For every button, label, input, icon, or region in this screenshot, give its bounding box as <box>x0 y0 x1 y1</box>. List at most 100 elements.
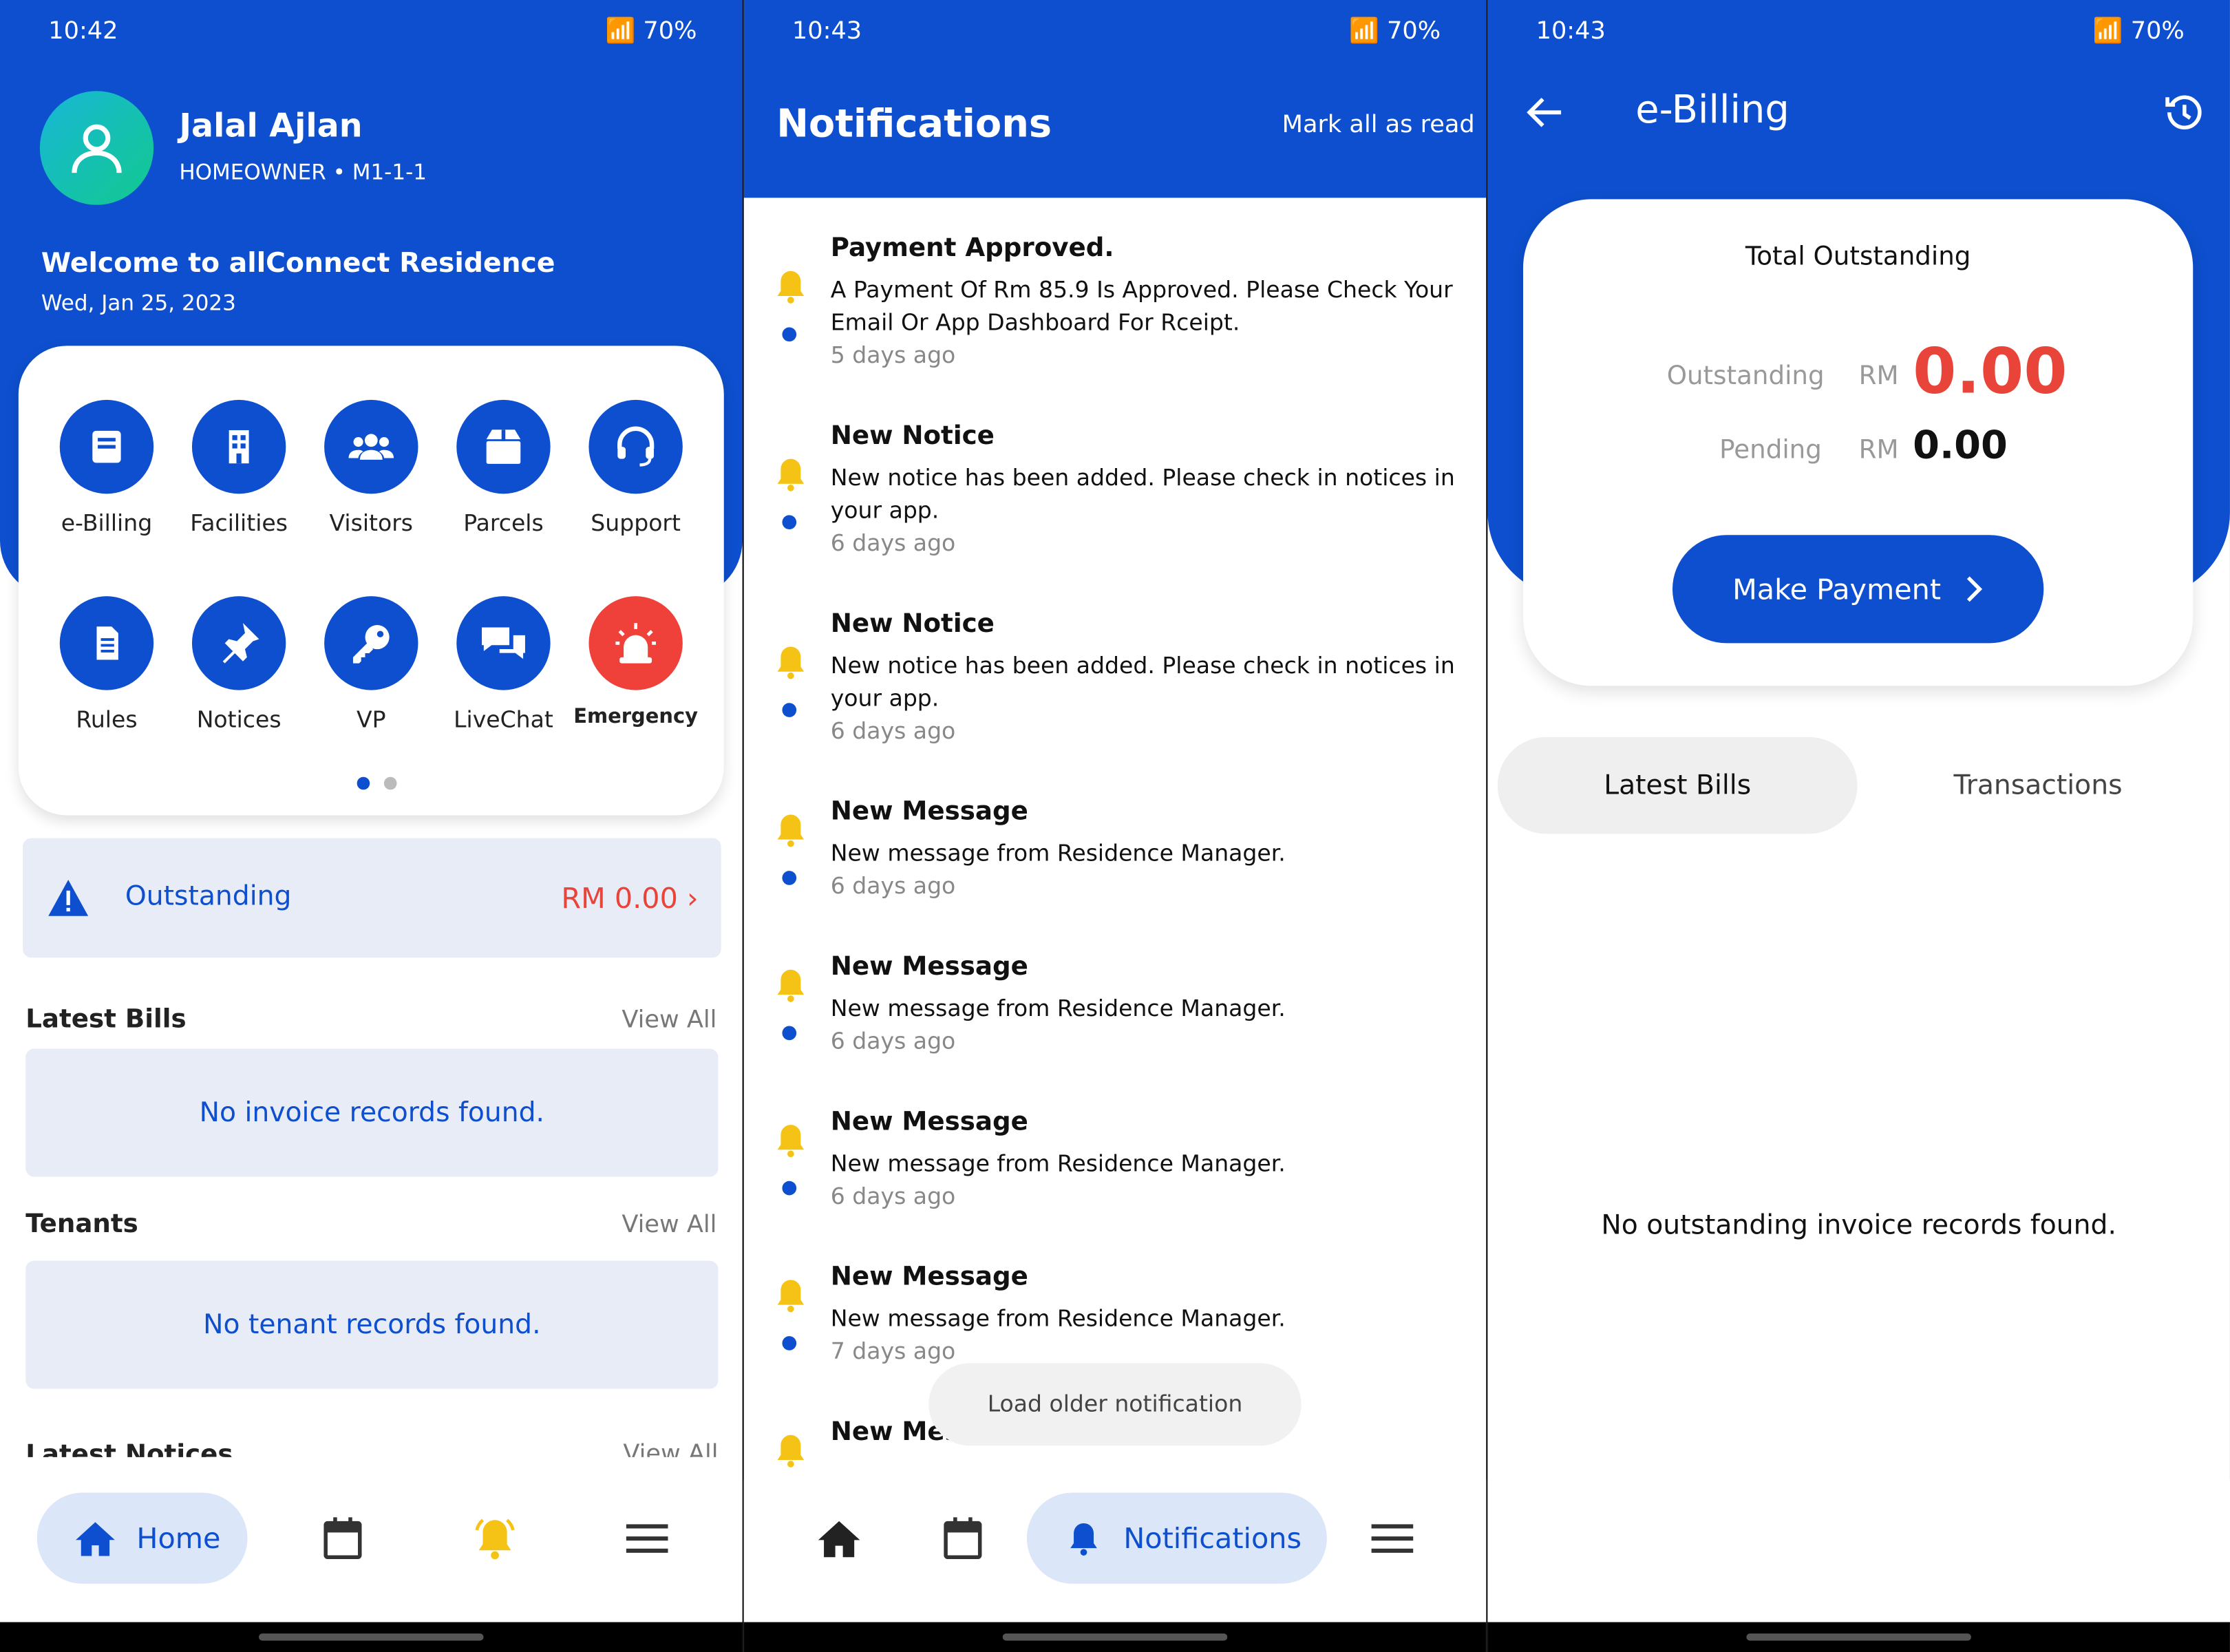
system-home-bar <box>743 1622 1487 1652</box>
welcome-text: Welcome to allConnect Residence <box>41 247 555 279</box>
notification-time: 6 days ago <box>830 872 956 900</box>
menu-vp[interactable]: VP <box>306 596 436 733</box>
card-title: Total Outstanding <box>1745 242 1971 272</box>
menu-ebilling[interactable]: e-Billing <box>41 399 172 536</box>
bottom-nav: Notifications <box>743 1479 1487 1622</box>
history-button[interactable] <box>2162 89 2207 140</box>
system-home-bar <box>0 1622 743 1652</box>
unread-dot <box>782 1336 797 1351</box>
outstanding-label: Outstanding <box>125 880 292 913</box>
nav-notifications[interactable] <box>471 1514 519 1569</box>
wifi-icon: 📶 <box>1349 17 1388 46</box>
home-screen: 10:42 📶 70% Jalal Ajlan HOMEOWNER • M1-1… <box>0 0 743 1652</box>
menu-livechat[interactable]: LiveChat <box>438 596 569 733</box>
latest-notices-view-all[interactable]: View All <box>623 1443 718 1457</box>
document-icon <box>96 626 118 660</box>
home-icon <box>818 1521 860 1558</box>
notification-title: Payment Approved. <box>830 233 1114 264</box>
quick-menu-card: e-Billing Facilities Visitors Parcels Su… <box>18 346 724 816</box>
status-bar: 10:43 📶 70% <box>1487 0 2230 65</box>
history-icon <box>2165 95 2202 130</box>
page-title: Notifications <box>776 102 1052 147</box>
nav-calendar[interactable] <box>320 1514 365 1569</box>
nav-calendar[interactable] <box>940 1514 986 1569</box>
back-button[interactable] <box>1525 94 1564 136</box>
menu-support[interactable]: Support <box>571 399 701 536</box>
headset-icon <box>617 426 655 467</box>
empty-message: No outstanding invoice records found. <box>1601 1209 2116 1241</box>
notification-title: New Message <box>830 1107 1028 1137</box>
home-icon <box>76 1522 115 1556</box>
pending-amount: 0.00 <box>1913 424 2008 469</box>
chevron-right-icon <box>1966 576 1982 602</box>
notification-body: New message from Residence Manager. <box>830 994 1286 1022</box>
menu-emergency[interactable]: Emergency <box>571 596 701 728</box>
building-icon <box>229 430 249 464</box>
nav-home[interactable] <box>816 1517 862 1565</box>
chat-icon <box>481 627 525 659</box>
bell-ringing-icon <box>475 1518 515 1560</box>
book-icon <box>92 430 121 463</box>
tab-transactions[interactable]: Transactions <box>1895 737 2180 834</box>
status-battery: 📶 70% <box>1349 17 1441 46</box>
warning-icon <box>45 878 91 923</box>
siren-icon <box>615 623 656 664</box>
status-time: 10:43 <box>792 17 862 46</box>
latest-bills-title: Latest Bills <box>25 1004 187 1035</box>
bell-icon <box>771 1119 811 1167</box>
nav-home[interactable]: Home <box>36 1492 248 1584</box>
system-home-bar <box>1487 1622 2230 1652</box>
menu-notices[interactable]: Notices <box>173 596 304 733</box>
notification-time: 6 days ago <box>830 717 956 745</box>
bills-empty-message: No invoice records found. <box>25 1048 719 1177</box>
make-payment-button[interactable]: Make Payment <box>1672 535 2044 644</box>
bell-icon <box>771 808 811 856</box>
calendar-icon <box>323 1517 362 1559</box>
current-date: Wed, Jan 25, 2023 <box>41 290 236 316</box>
outstanding-value: RM 0.00 › <box>561 880 699 915</box>
mark-all-read-button[interactable]: Mark all as read <box>1282 111 1475 139</box>
menu-parcels[interactable]: Parcels <box>438 399 569 536</box>
wifi-icon: 📶 <box>2092 17 2131 46</box>
load-older-button[interactable]: Load older notification <box>928 1363 1302 1446</box>
avatar[interactable] <box>39 91 154 205</box>
latest-bills-view-all[interactable]: View All <box>622 1006 716 1035</box>
bell-icon <box>771 640 811 688</box>
status-battery: 📶 70% <box>605 17 697 46</box>
nav-notifications[interactable]: Notifications <box>1026 1492 1327 1584</box>
user-role: HOMEOWNER • M1-1-1 <box>179 159 427 185</box>
notification-time: 6 days ago <box>830 529 956 557</box>
tenants-view-all[interactable]: View All <box>622 1211 716 1239</box>
menu-visitors[interactable]: Visitors <box>306 399 436 536</box>
unread-dot <box>782 1026 797 1041</box>
status-time: 10:42 <box>48 17 118 46</box>
notification-time: 6 days ago <box>830 1182 956 1210</box>
page-dot-active <box>357 776 370 790</box>
notification-body: New message from Residence Manager. <box>830 1304 1286 1332</box>
notifications-screen: 10:43 📶 70% Notifications Mark all as re… <box>743 0 1487 1652</box>
menu-facilities[interactable]: Facilities <box>173 399 304 536</box>
pending-currency: RM <box>1858 435 1899 465</box>
notification-title: New Notice <box>830 421 995 452</box>
hamburger-icon <box>1371 1524 1414 1553</box>
wifi-icon: 📶 <box>605 17 644 46</box>
users-icon <box>348 434 394 460</box>
unread-dot <box>782 327 797 342</box>
user-name: Jalal Ajlan <box>179 108 363 145</box>
bell-icon <box>771 264 811 313</box>
pending-label: Pending <box>1719 435 1822 465</box>
bell-icon <box>1070 1523 1097 1556</box>
user-icon <box>72 124 122 173</box>
notification-body: New notice has been added. Please check … <box>830 651 1455 712</box>
menu-rules[interactable]: Rules <box>41 596 172 733</box>
notification-body: A Payment Of Rm 85.9 Is Approved. Please… <box>830 276 1453 336</box>
outstanding-currency: RM <box>1858 361 1899 392</box>
outstanding-banner[interactable]: Outstanding RM 0.00 › <box>23 838 721 958</box>
nav-menu[interactable] <box>626 1523 668 1560</box>
notification-body: New notice has been added. Please check … <box>830 463 1455 524</box>
outstanding-amount: 0.00 <box>1913 335 2068 409</box>
status-bar: 10:43 📶 70% <box>744 0 1487 65</box>
tab-latest-bills[interactable]: Latest Bills <box>1497 737 1858 834</box>
bell-icon <box>771 1428 811 1476</box>
nav-menu[interactable] <box>1371 1523 1414 1560</box>
